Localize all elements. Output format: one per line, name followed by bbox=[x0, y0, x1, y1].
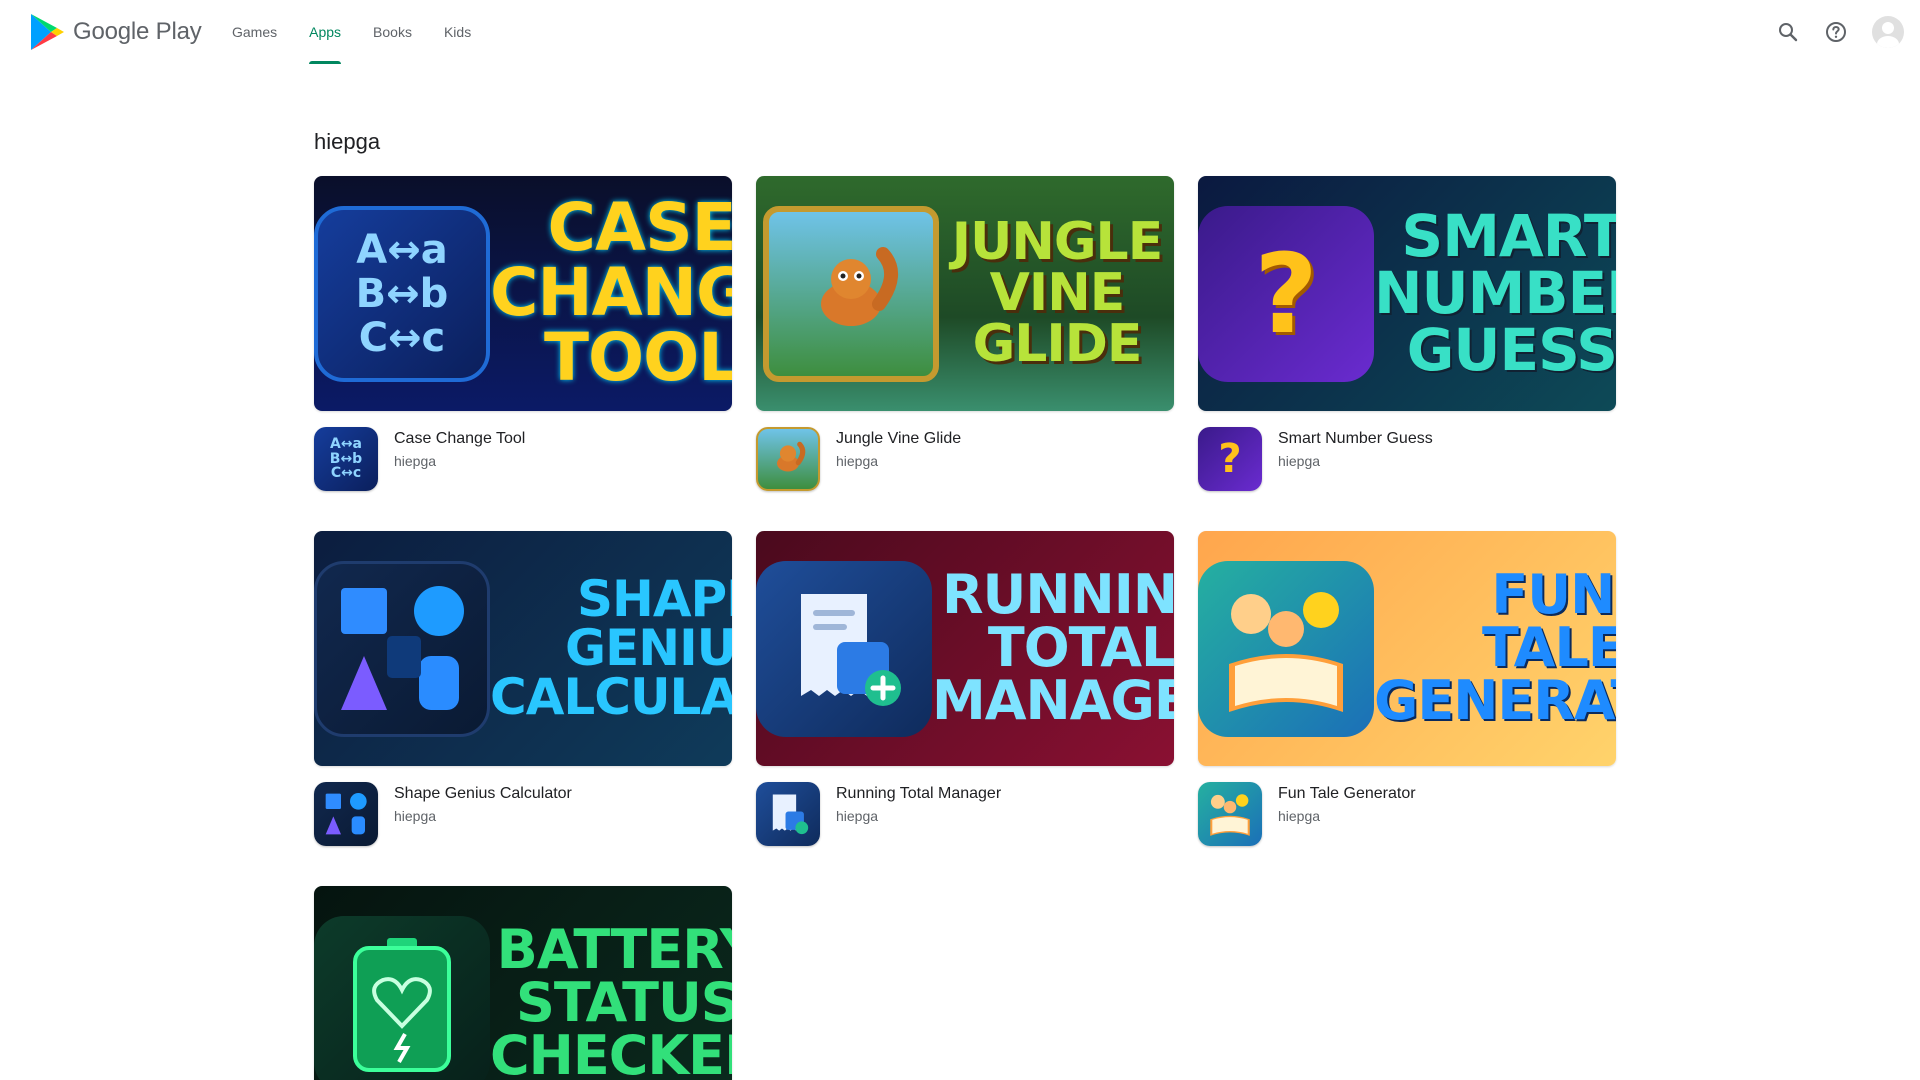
play-logo-icon bbox=[31, 14, 64, 50]
app-developer[interactable]: hiepga bbox=[836, 451, 961, 471]
banner-title: Jungle Vine Glide bbox=[951, 212, 1163, 374]
banner-art bbox=[314, 531, 490, 766]
app-meta: A↔a B↔b C↔c Case Change Tool hiepga bbox=[314, 427, 732, 491]
app-meta: Shape Genius Calculator hiepga bbox=[314, 782, 732, 846]
storybook-illustration-icon bbox=[1229, 591, 1343, 712]
app-name: Case Change Tool bbox=[394, 430, 526, 447]
tab-kids[interactable]: Kids bbox=[428, 0, 487, 64]
feature-graphic: Shape Genius Calculator bbox=[314, 531, 732, 766]
banner-title: Shape Genius Calculator bbox=[490, 570, 732, 726]
header-actions bbox=[1768, 12, 1904, 52]
tab-books[interactable]: Books bbox=[357, 0, 428, 64]
app-icon: ? bbox=[1198, 427, 1262, 491]
battery-heart-icon bbox=[314, 915, 490, 1080]
receipt-calculator-icon bbox=[756, 560, 932, 737]
app-card[interactable]: Jungle Vine Glide Jungle Vine Glide hiep… bbox=[756, 176, 1174, 491]
app-meta: Fun Tale Generator hiepga bbox=[1198, 782, 1616, 846]
feature-graphic: Jungle Vine Glide bbox=[756, 176, 1174, 411]
app-developer[interactable]: hiepga bbox=[836, 806, 1001, 826]
google-play-logo[interactable]: Google Play bbox=[29, 12, 202, 52]
feature-graphic: Running Total Manager bbox=[756, 531, 1174, 766]
app-icon: A↔a B↔b C↔c bbox=[314, 427, 378, 491]
receipt-calculator-icon bbox=[772, 794, 809, 835]
app-developer[interactable]: hiepga bbox=[394, 451, 525, 471]
banner-art: ? bbox=[1198, 176, 1374, 411]
top-app-bar: Google Play Games Apps Books Kids bbox=[0, 0, 1920, 64]
squirrel-icon bbox=[777, 441, 806, 472]
tab-apps-label: Apps bbox=[309, 24, 342, 40]
banner-art bbox=[756, 531, 932, 766]
banner-art bbox=[1198, 531, 1374, 766]
app-name: Smart Number Guess bbox=[1278, 430, 1433, 447]
page-title: hiepga bbox=[314, 129, 381, 154]
battery-illustration-icon bbox=[353, 937, 451, 1072]
app-name: Shape Genius Calculator bbox=[394, 785, 572, 802]
app-grid: A↔aB↔bC↔c Case Change Tool A↔aB↔bC↔c Cas… bbox=[314, 176, 1616, 1080]
app-card[interactable]: Running Total Manager Running Total Mana… bbox=[756, 531, 1174, 846]
logo-text: Google Play bbox=[73, 18, 202, 45]
app-icon bbox=[756, 782, 820, 846]
app-name: Jungle Vine Glide bbox=[836, 430, 962, 447]
help-button[interactable] bbox=[1816, 12, 1856, 52]
question-mark-icon: ? bbox=[1218, 436, 1242, 482]
banner-title: Battery Status Checker bbox=[490, 918, 732, 1080]
search-icon bbox=[1779, 23, 1798, 42]
app-card[interactable]: A↔aB↔bC↔c Case Change Tool A↔aB↔bC↔c Cas… bbox=[314, 176, 732, 491]
tab-apps[interactable]: Apps bbox=[293, 0, 357, 64]
squirrel-icon bbox=[763, 205, 939, 382]
shapes-icon bbox=[314, 560, 490, 737]
app-meta: Running Total Manager hiepga bbox=[756, 782, 1174, 846]
app-name: Fun Tale Generator bbox=[1278, 785, 1416, 802]
app-developer[interactable]: hiepga bbox=[1278, 806, 1416, 826]
app-card[interactable]: Battery Status Checker bbox=[314, 886, 732, 1080]
developer-page: hiepga A↔aB↔bC↔c Case Change Tool A↔aB↔b… bbox=[314, 128, 1616, 1080]
question-mark-icon: ? bbox=[1198, 205, 1374, 382]
app-card[interactable]: Fun Tale Generator Fun Tale Generator hi… bbox=[1198, 531, 1616, 846]
banner-title: Running Total Manager bbox=[932, 563, 1174, 732]
squirrel-illustration-icon bbox=[821, 246, 898, 326]
tab-games-label: Games bbox=[232, 24, 278, 40]
shapes-icon bbox=[325, 793, 367, 835]
app-card[interactable]: ? Smart Number Guess ? Smart Number Gues… bbox=[1198, 176, 1616, 491]
tab-books-label: Books bbox=[373, 24, 412, 40]
banner-art bbox=[314, 886, 490, 1080]
app-icon bbox=[756, 427, 820, 491]
account-avatar[interactable] bbox=[1872, 16, 1904, 48]
banner-title: Smart Number Guess bbox=[1374, 202, 1616, 384]
banner-art bbox=[756, 176, 946, 411]
app-meta: ? Smart Number Guess hiepga bbox=[1198, 427, 1616, 491]
feature-graphic: Fun Tale Generator bbox=[1198, 531, 1616, 766]
letters-case-icon: A↔a B↔b C↔c bbox=[329, 435, 363, 482]
tab-kids-label: Kids bbox=[443, 24, 472, 40]
feature-graphic: ? Smart Number Guess bbox=[1198, 176, 1616, 411]
app-card[interactable]: Shape Genius Calculator Shape Genius Cal… bbox=[314, 531, 732, 846]
main-nav: Games Apps Books Kids bbox=[216, 0, 487, 64]
banner-title: Case Change Tool bbox=[490, 189, 732, 396]
banner-title: Fun Tale Generator bbox=[1374, 563, 1616, 732]
app-name: Running Total Manager bbox=[836, 785, 1002, 802]
app-meta: Jungle Vine Glide hiepga bbox=[756, 427, 1174, 491]
storybook-icon bbox=[1210, 794, 1250, 836]
app-developer[interactable]: hiepga bbox=[1278, 451, 1433, 471]
receipt-illustration-icon bbox=[801, 593, 901, 706]
tab-games[interactable]: Games bbox=[216, 0, 293, 64]
banner-art: A↔a B↔b C↔c bbox=[314, 176, 490, 411]
help-icon bbox=[1826, 22, 1846, 42]
letters-case-icon: A↔a B↔b C↔c bbox=[314, 205, 490, 382]
feature-graphic: Battery Status Checker bbox=[314, 886, 732, 1080]
app-icon bbox=[314, 782, 378, 846]
app-developer[interactable]: hiepga bbox=[394, 806, 572, 826]
app-icon bbox=[1198, 782, 1262, 846]
storybook-icon bbox=[1198, 560, 1374, 737]
search-button[interactable] bbox=[1768, 12, 1808, 52]
shapes-illustration-icon bbox=[341, 585, 464, 710]
feature-graphic: A↔aB↔bC↔c Case Change Tool bbox=[314, 176, 732, 411]
